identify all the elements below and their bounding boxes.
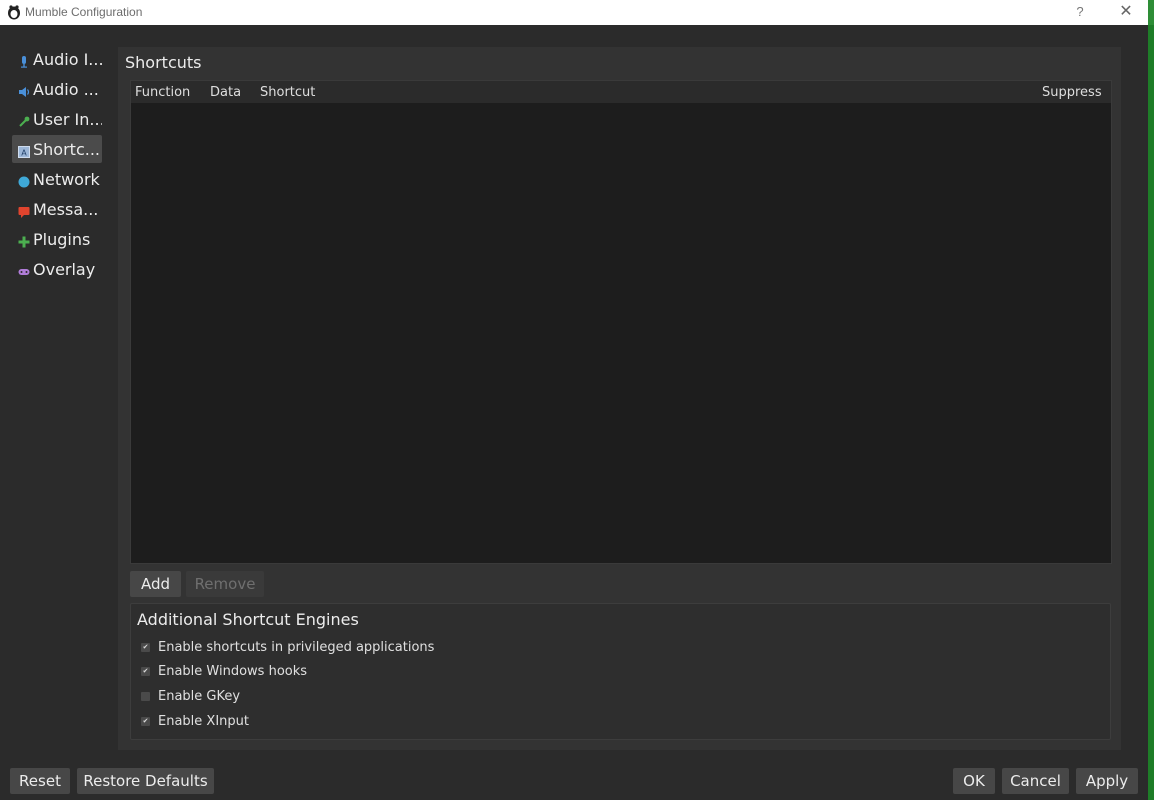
checkbox-label: Enable GKey bbox=[158, 688, 241, 704]
sidebar-item-label: Plugins bbox=[33, 229, 91, 249]
gamepad-icon bbox=[18, 263, 30, 275]
close-button[interactable]: ✕ bbox=[1112, 0, 1140, 25]
checkbox-label: Enable XInput bbox=[158, 713, 249, 729]
sidebar-item-label: Network bbox=[33, 169, 100, 189]
apply-button[interactable]: Apply bbox=[1076, 768, 1138, 794]
title-bar: Mumble Configuration ? ✕ bbox=[0, 0, 1148, 25]
checkmark-icon[interactable]: ✔ bbox=[141, 666, 150, 676]
checkmark-icon[interactable]: ✔ bbox=[141, 642, 150, 652]
column-header-suppress[interactable]: Suppress bbox=[1042, 85, 1102, 100]
sidebar-item-label: Shortc... bbox=[33, 139, 100, 159]
wrench-icon bbox=[18, 113, 30, 127]
additional-shortcut-engines-group: Additional Shortcut Engines ✔ Enable sho… bbox=[130, 603, 1111, 740]
enable-privileged-shortcuts-checkbox[interactable]: ✔ Enable shortcuts in privileged applica… bbox=[141, 637, 434, 657]
keyboard-icon: A bbox=[18, 143, 30, 158]
window-title: Mumble Configuration bbox=[25, 5, 143, 19]
sidebar: Audio I... Audio ... User In... A Shortc… bbox=[0, 25, 110, 760]
reset-button[interactable]: Reset bbox=[10, 768, 70, 794]
column-header-shortcut[interactable]: Shortcut bbox=[260, 85, 315, 100]
sidebar-item-label: User In... bbox=[33, 109, 102, 129]
sidebar-item-shortcuts[interactable]: A Shortc... bbox=[12, 135, 102, 163]
help-button[interactable]: ? bbox=[1068, 0, 1092, 25]
shortcuts-list[interactable]: Function Data Shortcut Suppress bbox=[130, 80, 1112, 564]
checkmark-icon[interactable]: ✔ bbox=[141, 716, 150, 726]
checkbox-label: Enable shortcuts in privileged applicati… bbox=[158, 639, 435, 655]
sidebar-item-user-interface[interactable]: User In... bbox=[12, 105, 102, 133]
microphone-icon bbox=[18, 53, 30, 68]
column-header-data[interactable]: Data bbox=[210, 85, 241, 100]
speaker-icon bbox=[18, 83, 30, 97]
sidebar-item-network[interactable]: Network bbox=[12, 165, 102, 193]
group-title: Additional Shortcut Engines bbox=[137, 610, 359, 629]
enable-xinput-checkbox[interactable]: ✔ Enable XInput bbox=[141, 711, 249, 731]
sidebar-item-audio-output[interactable]: Audio ... bbox=[12, 75, 102, 103]
globe-icon bbox=[18, 173, 30, 188]
message-icon bbox=[18, 203, 30, 218]
sidebar-item-label: Audio ... bbox=[33, 79, 99, 99]
mumble-logo-icon bbox=[8, 5, 20, 20]
checkbox-unchecked-icon[interactable] bbox=[141, 691, 150, 701]
enable-windows-hooks-checkbox[interactable]: ✔ Enable Windows hooks bbox=[141, 661, 307, 681]
sidebar-item-audio-input[interactable]: Audio I... bbox=[12, 45, 102, 73]
checkbox-label: Enable Windows hooks bbox=[158, 663, 308, 679]
sidebar-item-messages[interactable]: Messa... bbox=[12, 195, 102, 223]
sidebar-item-overlay[interactable]: Overlay bbox=[12, 255, 102, 283]
add-button[interactable]: Add bbox=[130, 571, 181, 597]
restore-defaults-button[interactable]: Restore Defaults bbox=[77, 768, 214, 794]
sidebar-item-plugins[interactable]: Plugins bbox=[12, 225, 102, 253]
sidebar-item-label: Messa... bbox=[33, 199, 99, 219]
column-header-function[interactable]: Function bbox=[135, 85, 190, 100]
sidebar-item-label: Audio I... bbox=[33, 49, 102, 69]
ok-button[interactable]: OK bbox=[953, 768, 995, 794]
puzzle-icon bbox=[18, 233, 30, 248]
sidebar-item-label: Overlay bbox=[33, 259, 96, 279]
enable-gkey-checkbox[interactable]: Enable GKey bbox=[141, 686, 240, 706]
background-window-edge bbox=[1148, 0, 1154, 800]
remove-button[interactable]: Remove bbox=[186, 571, 264, 597]
shortcuts-panel: Shortcuts Function Data Shortcut Suppres… bbox=[118, 47, 1121, 750]
svg-text:A: A bbox=[21, 149, 27, 158]
shortcuts-list-header: Function Data Shortcut Suppress bbox=[131, 81, 1111, 103]
page-title: Shortcuts bbox=[125, 53, 202, 72]
cancel-button[interactable]: Cancel bbox=[1002, 768, 1069, 794]
